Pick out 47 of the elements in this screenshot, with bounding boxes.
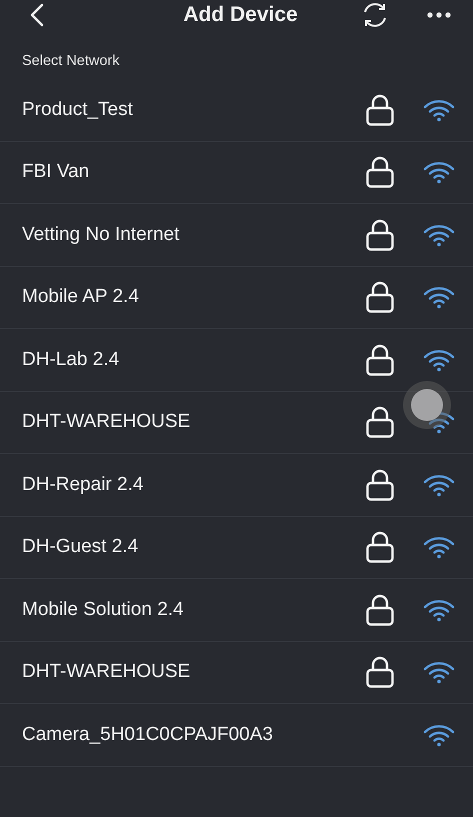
wifi-icon xyxy=(423,222,455,247)
wifi-icon xyxy=(423,535,455,560)
wifi-icon xyxy=(423,348,455,372)
network-name: DHT-WAREHOUSE xyxy=(22,661,192,684)
network-row[interactable]: Product_Test xyxy=(0,79,473,142)
network-row[interactable]: DHT-WAREHOUSE xyxy=(0,642,473,704)
network-row[interactable]: Vetting No Internet xyxy=(0,204,473,266)
lock-icon xyxy=(366,531,394,564)
lock-icon xyxy=(366,156,394,188)
network-name: FBI Van xyxy=(22,161,90,184)
wifi-icon xyxy=(423,660,455,684)
page-title: Add Device xyxy=(183,3,298,27)
network-name: Camera_5H01C0CPAJF00A3 xyxy=(22,724,274,746)
network-name: Mobile AP 2.4 xyxy=(22,286,140,308)
back-button[interactable] xyxy=(30,3,44,27)
lock-icon xyxy=(366,468,394,501)
section-label: Select Network xyxy=(22,53,120,69)
lock-icon xyxy=(366,281,394,314)
wifi-icon xyxy=(423,285,455,310)
network-row[interactable]: Mobile Solution 2.4 xyxy=(0,579,473,642)
lock-icon xyxy=(366,94,394,126)
network-name: Product_Test xyxy=(22,98,134,121)
network-name: Vetting No Internet xyxy=(22,224,180,246)
network-name: DHT-WAREHOUSE xyxy=(22,411,192,434)
wifi-icon xyxy=(423,472,455,497)
wifi-icon xyxy=(423,160,455,184)
network-name: DH-Guest 2.4 xyxy=(22,536,140,558)
network-row[interactable]: Camera_5H01C0CPAJF00A3 xyxy=(0,704,473,766)
refresh-button[interactable] xyxy=(361,1,389,29)
wifi-icon xyxy=(423,598,455,622)
network-row[interactable]: Mobile AP 2.4 xyxy=(0,266,473,329)
wifi-icon xyxy=(423,722,455,747)
lock-icon xyxy=(366,594,394,626)
lock-icon xyxy=(366,406,394,438)
lock-icon xyxy=(366,218,394,251)
lock-icon xyxy=(366,344,394,376)
more-button[interactable] xyxy=(427,12,451,18)
network-row[interactable]: DH-Lab 2.4 xyxy=(0,329,473,392)
network-row[interactable]: FBI Van xyxy=(0,142,473,204)
network-row[interactable]: DH-Guest 2.4 xyxy=(0,516,473,579)
network-name: Mobile Solution 2.4 xyxy=(22,598,185,621)
assistive-touch-button[interactable] xyxy=(403,381,451,429)
network-row[interactable]: DH-Repair 2.4 xyxy=(0,454,473,516)
network-name: DH-Lab 2.4 xyxy=(22,348,120,371)
network-name: DH-Repair 2.4 xyxy=(22,474,144,496)
lock-icon xyxy=(366,656,394,688)
wifi-icon xyxy=(423,98,455,122)
